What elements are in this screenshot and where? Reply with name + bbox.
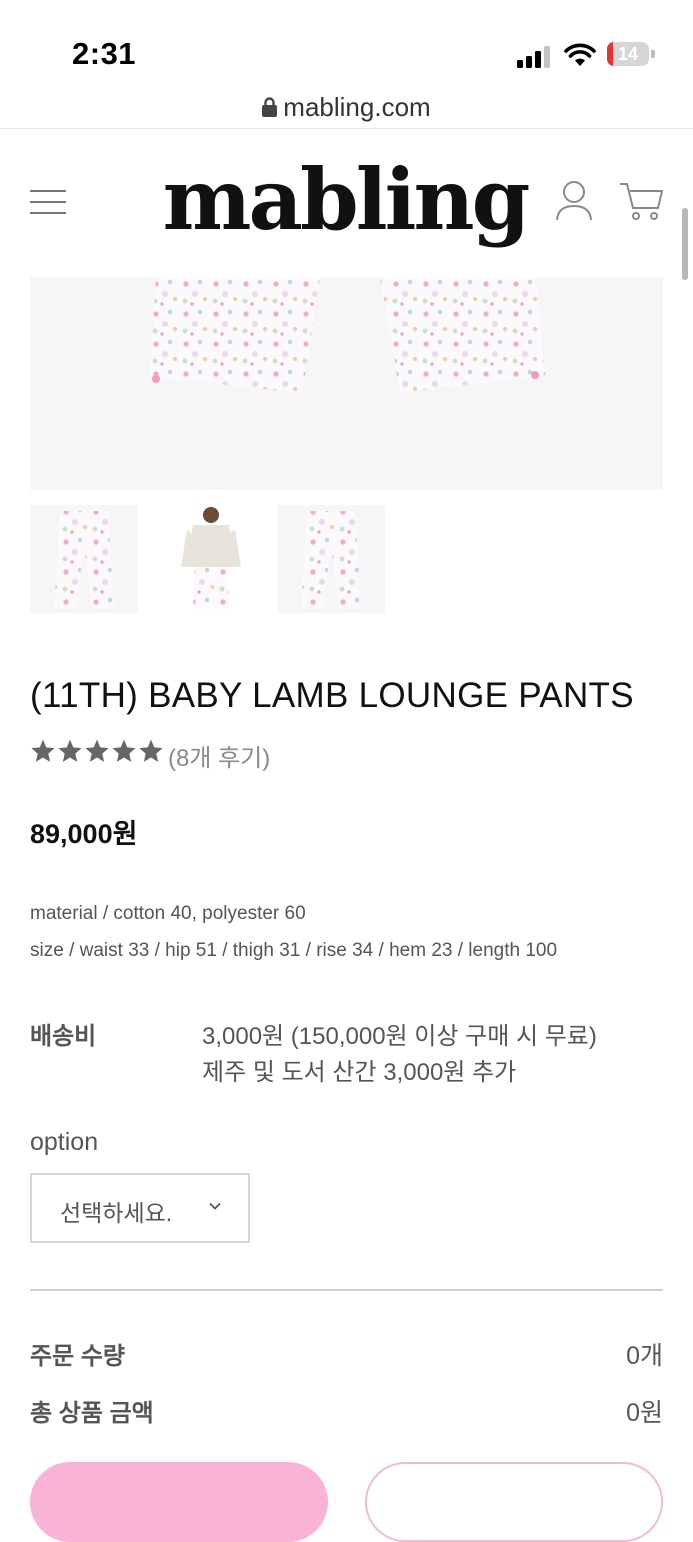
shipping-fee: 3,000원 (150,000원 이상 구매 시 무료) (202, 1023, 597, 1050)
browser-divider (0, 128, 693, 129)
star-icon (139, 739, 163, 762)
total-label: 총 상품 금액 (30, 1400, 154, 1427)
thumbnail-2[interactable] (157, 505, 265, 613)
shopping-cart-icon[interactable] (618, 180, 664, 222)
star-icon (112, 739, 136, 762)
material-info: material / cotton 40, polyester 60 (30, 903, 306, 924)
url-text: mabling.com (283, 91, 431, 122)
thumbnail-model (181, 507, 241, 609)
review-count-link[interactable]: (8개 후기) (168, 738, 270, 773)
thumbnail-1[interactable] (30, 505, 138, 613)
star-icon (85, 739, 109, 762)
chevron-down-icon (209, 1202, 221, 1210)
product-main-image[interactable] (30, 277, 663, 490)
section-divider (30, 1289, 663, 1291)
quantity-value: 0개 (626, 1342, 663, 1370)
cellular-signal-icon (517, 46, 550, 68)
battery-indicator: 14 (607, 42, 655, 66)
size-info: size / waist 33 / hip 51 / thigh 31 / ri… (30, 940, 558, 961)
battery-cap (651, 50, 655, 58)
total-value: 0원 (626, 1399, 663, 1427)
thumbnail-pants-back (301, 511, 361, 609)
option-select-value: 선택하세요. (60, 1200, 173, 1226)
buy-now-button[interactable] (30, 1462, 328, 1542)
thumbnail-pants-front (54, 511, 114, 609)
add-to-cart-button[interactable] (365, 1462, 663, 1542)
star-icon (58, 739, 82, 762)
product-title: (11TH) BABY LAMB LOUNGE PANTS (30, 676, 634, 715)
lock-icon (262, 97, 278, 117)
quantity-label: 주문 수량 (30, 1343, 125, 1370)
thumbnail-3[interactable] (277, 505, 385, 613)
battery-body: 14 (607, 42, 649, 66)
hamburger-menu-icon[interactable] (30, 190, 66, 216)
battery-percent: 14 (617, 44, 639, 64)
page-scrollbar[interactable] (682, 208, 688, 280)
pants-image (150, 277, 545, 393)
user-account-icon[interactable] (554, 180, 594, 222)
option-label: option (30, 1128, 99, 1156)
shipping-label: 배송비 (30, 1023, 97, 1050)
shipping-extra: 제주 및 도서 산간 3,000원 추가 (202, 1059, 517, 1086)
product-price: 89,000원 (30, 819, 138, 849)
option-select[interactable]: 선택하세요. (30, 1173, 250, 1243)
star-icon (31, 739, 55, 762)
site-logo[interactable]: mabling (150, 150, 540, 250)
status-time: 2:31 (72, 36, 137, 71)
rating-stars[interactable] (30, 738, 164, 764)
address-bar[interactable]: mabling.com (0, 88, 693, 126)
wifi-icon (564, 43, 596, 66)
